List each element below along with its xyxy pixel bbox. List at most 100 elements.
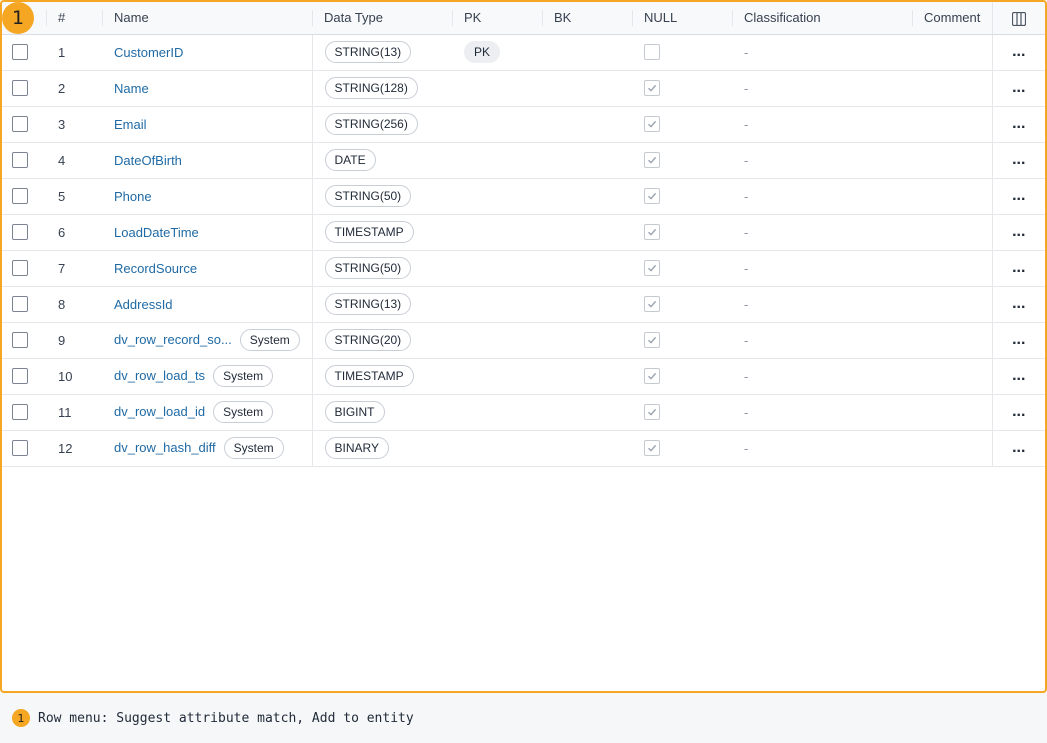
classification-cell: - bbox=[732, 142, 912, 179]
row-menu-button[interactable]: ... bbox=[991, 286, 1045, 323]
null-checkbox[interactable] bbox=[644, 152, 660, 169]
attribute-name-link[interactable]: dv_row_hash_diff bbox=[114, 440, 216, 455]
row-menu-button[interactable]: ... bbox=[991, 394, 1045, 431]
null-checkbox[interactable] bbox=[644, 188, 660, 205]
row-select-checkbox[interactable] bbox=[12, 368, 28, 385]
null-checkbox[interactable] bbox=[644, 332, 660, 349]
row-select-checkbox[interactable] bbox=[12, 332, 28, 349]
null-checkbox[interactable] bbox=[644, 224, 660, 241]
attribute-name-link[interactable]: AddressId bbox=[114, 297, 173, 312]
data-type-pill: DATE bbox=[324, 149, 376, 171]
checkmark-icon bbox=[648, 229, 657, 236]
row-index: 8 bbox=[46, 286, 102, 323]
comment-cell bbox=[912, 286, 992, 323]
header-bk[interactable]: BK bbox=[542, 2, 632, 35]
table-row[interactable]: 5 Phone STRING(50) -... bbox=[2, 178, 1045, 215]
attribute-name-link[interactable]: RecordSource bbox=[114, 261, 197, 276]
bk-cell bbox=[542, 250, 632, 287]
row-select-checkbox[interactable] bbox=[12, 44, 28, 61]
null-checkbox[interactable] bbox=[644, 368, 660, 385]
data-type-pill: STRING(50) bbox=[324, 185, 412, 207]
row-menu-button[interactable]: ... bbox=[991, 106, 1045, 143]
table-row[interactable]: 4 DateOfBirth DATE -... bbox=[2, 142, 1045, 179]
pk-cell bbox=[452, 178, 542, 215]
annotation-marker: 1 bbox=[2, 2, 34, 34]
null-checkbox[interactable] bbox=[644, 440, 660, 457]
table-row[interactable]: 2 Name STRING(128) -... bbox=[2, 70, 1045, 107]
header-data-type[interactable]: Data Type bbox=[312, 2, 452, 35]
table-row[interactable]: 3 Email STRING(256) -... bbox=[2, 106, 1045, 143]
attribute-name-link[interactable]: dv_row_load_id bbox=[114, 404, 205, 419]
null-checkbox[interactable] bbox=[644, 260, 660, 277]
row-menu-button[interactable]: ... bbox=[991, 142, 1045, 179]
bk-cell bbox=[542, 358, 632, 395]
pk-cell bbox=[452, 286, 542, 323]
table-row[interactable]: 12 dv_row_hash_diff System BINARY -... bbox=[2, 430, 1045, 467]
header-pk[interactable]: PK bbox=[452, 2, 542, 35]
attribute-name-cell: Email bbox=[102, 106, 312, 143]
attribute-name-link[interactable]: dv_row_record_so... bbox=[114, 332, 232, 347]
row-select-cell bbox=[2, 70, 46, 107]
row-select-checkbox[interactable] bbox=[12, 80, 28, 97]
table-row[interactable]: 7 RecordSource STRING(50) -... bbox=[2, 250, 1045, 287]
null-checkbox[interactable] bbox=[644, 44, 660, 61]
row-select-checkbox[interactable] bbox=[12, 260, 28, 277]
null-checkbox[interactable] bbox=[644, 404, 660, 421]
row-menu-button[interactable]: ... bbox=[991, 34, 1045, 71]
attribute-name-cell: RecordSource bbox=[102, 250, 312, 287]
row-index: 7 bbox=[46, 250, 102, 287]
header-classification[interactable]: Classification bbox=[732, 2, 912, 35]
table-row[interactable]: 1 CustomerID STRING(13) PK -... bbox=[2, 34, 1045, 71]
row-menu-button[interactable]: ... bbox=[991, 178, 1045, 215]
row-menu-button[interactable]: ... bbox=[991, 322, 1045, 359]
attribute-name-link[interactable]: Email bbox=[114, 117, 147, 132]
attribute-name-link[interactable]: DateOfBirth bbox=[114, 153, 182, 168]
more-options-icon: ... bbox=[1012, 79, 1026, 96]
header-comment[interactable]: Comment bbox=[912, 2, 992, 35]
row-menu-button[interactable]: ... bbox=[991, 70, 1045, 107]
row-menu-button[interactable]: ... bbox=[991, 214, 1045, 251]
row-menu-button[interactable]: ... bbox=[991, 250, 1045, 287]
row-menu-button[interactable]: ... bbox=[991, 430, 1045, 467]
null-checkbox[interactable] bbox=[644, 296, 660, 313]
row-index: 5 bbox=[46, 178, 102, 215]
row-select-checkbox[interactable] bbox=[12, 116, 28, 133]
row-select-checkbox[interactable] bbox=[12, 404, 28, 421]
attribute-name-link[interactable]: CustomerID bbox=[114, 45, 183, 60]
header-null[interactable]: NULL bbox=[632, 2, 732, 35]
table-row[interactable]: 6 LoadDateTime TIMESTAMP -... bbox=[2, 214, 1045, 251]
row-select-cell bbox=[2, 430, 46, 467]
header-name[interactable]: Name bbox=[102, 2, 312, 35]
header-index[interactable]: # bbox=[46, 2, 102, 35]
caption-badge: 1 bbox=[12, 709, 30, 727]
table-row[interactable]: 11 dv_row_load_id System BIGINT -... bbox=[2, 394, 1045, 431]
null-checkbox[interactable] bbox=[644, 80, 660, 97]
row-menu-button[interactable]: ... bbox=[991, 358, 1045, 395]
checkmark-icon bbox=[648, 445, 657, 452]
column-picker-button[interactable] bbox=[991, 2, 1045, 35]
data-type-cell: STRING(128) bbox=[311, 70, 452, 107]
row-index: 1 bbox=[46, 34, 102, 71]
bk-cell bbox=[542, 178, 632, 215]
attribute-name-link[interactable]: dv_row_load_ts bbox=[114, 368, 205, 383]
bk-cell bbox=[542, 70, 632, 107]
checkmark-icon bbox=[648, 265, 657, 272]
row-select-checkbox[interactable] bbox=[12, 224, 28, 241]
table-row[interactable]: 9 dv_row_record_so... System STRING(20) -... bbox=[2, 322, 1045, 359]
attribute-name-link[interactable]: LoadDateTime bbox=[114, 225, 199, 240]
null-cell bbox=[632, 358, 732, 395]
row-select-checkbox[interactable] bbox=[12, 440, 28, 457]
table-row[interactable]: 10 dv_row_load_ts System TIMESTAMP -... bbox=[2, 358, 1045, 395]
more-options-icon: ... bbox=[1012, 43, 1026, 60]
data-type-pill: BIGINT bbox=[324, 401, 385, 423]
null-checkbox[interactable] bbox=[644, 116, 660, 133]
row-select-checkbox[interactable] bbox=[12, 296, 28, 313]
data-type-cell: STRING(13) bbox=[311, 286, 452, 323]
row-select-checkbox[interactable] bbox=[12, 152, 28, 169]
attribute-name-link[interactable]: Phone bbox=[114, 189, 152, 204]
attribute-name-link[interactable]: Name bbox=[114, 81, 149, 96]
table-row[interactable]: 8 AddressId STRING(13) -... bbox=[2, 286, 1045, 323]
checkmark-icon bbox=[648, 301, 657, 308]
attributes-table-panel: 1 # Name Data Type PK BK NULL Classifica bbox=[0, 0, 1047, 693]
row-select-checkbox[interactable] bbox=[12, 188, 28, 205]
